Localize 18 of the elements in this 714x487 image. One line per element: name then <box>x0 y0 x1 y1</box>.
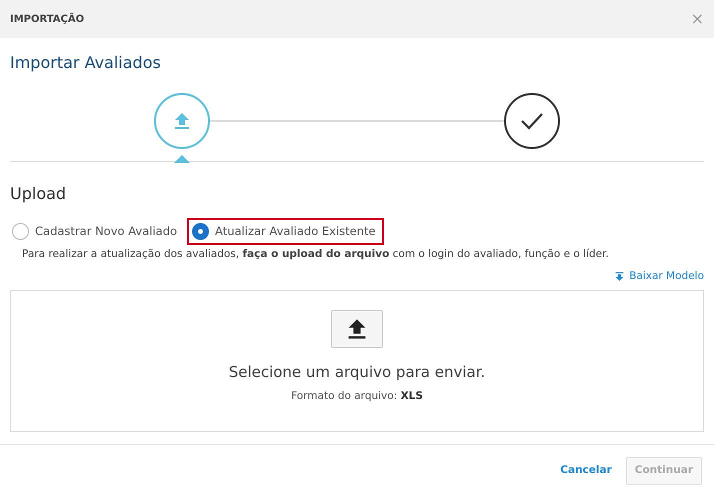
file-format-text: Formato do arquivo: XLS <box>291 389 423 404</box>
checkmark-icon <box>520 112 544 130</box>
instruction-text: Para realizar a atualização dos avaliados, faça o upload do arquivo com o login do avaliado, função e o líder. <box>22 247 610 262</box>
cancel-button[interactable]: Cancelar <box>556 456 616 484</box>
radio-label[interactable]: Atualizar Avaliado Existente <box>215 223 376 240</box>
radio-label[interactable]: Cadastrar Novo Avaliado <box>35 223 178 240</box>
download-icon <box>614 271 626 282</box>
dropzone-title: Selecione um arquivo para enviar. <box>228 362 486 383</box>
close-button[interactable]: × <box>690 11 704 27</box>
section-title: Upload <box>10 183 68 205</box>
dialog-heading: Importar Avaliados <box>10 52 162 74</box>
file-dropzone[interactable]: Selecione um arquivo para enviar. Formato do arquivo: XLS <box>10 290 704 432</box>
upload-button[interactable] <box>331 310 383 348</box>
radio-button[interactable] <box>192 223 210 240</box>
radio-button[interactable] <box>12 223 29 240</box>
dialog-title: IMPORTAÇÃO <box>10 12 84 26</box>
upload-icon <box>172 111 192 131</box>
download-template-link[interactable]: Baixar Modelo <box>614 269 704 285</box>
